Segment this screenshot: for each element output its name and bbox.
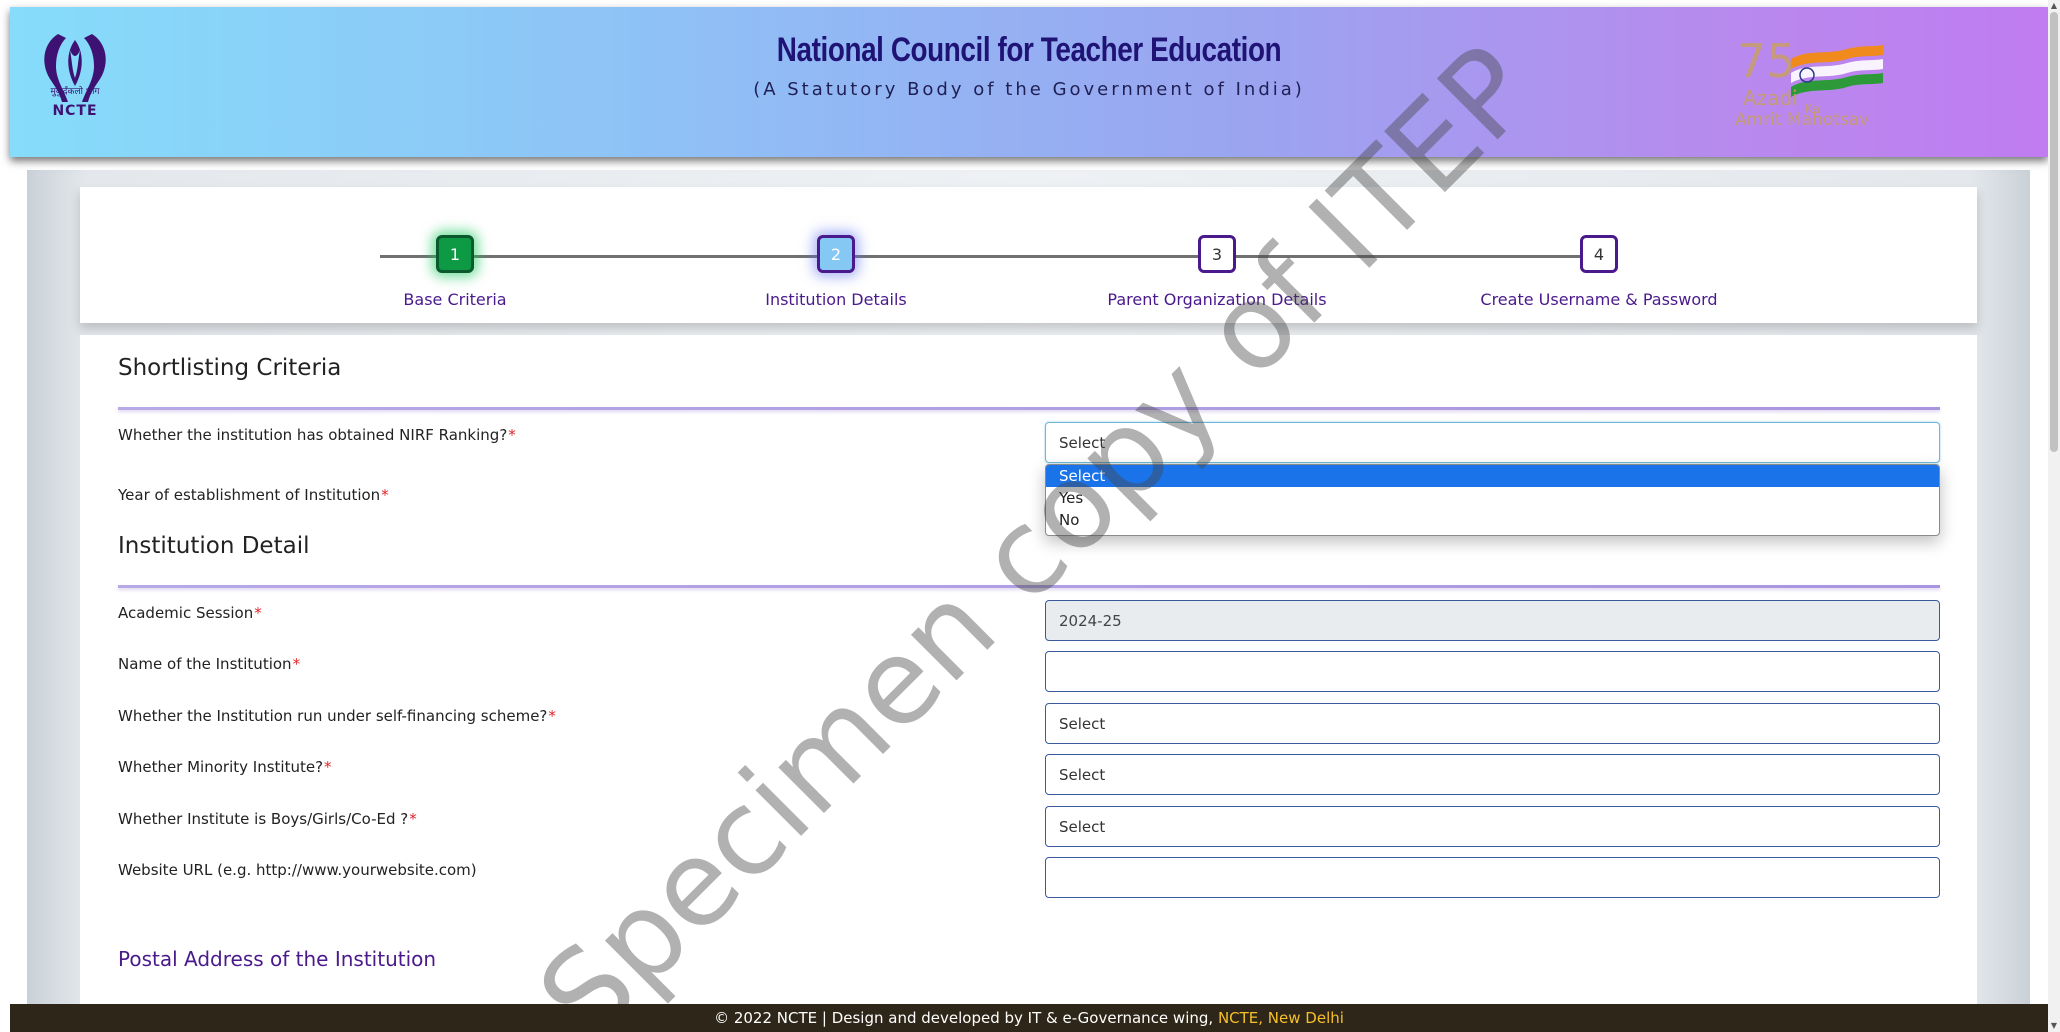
section-divider (118, 407, 1940, 410)
page-scrollbar[interactable]: ▲ ▼ (2048, 0, 2060, 1032)
azadi-ka-amrit-mahotsav-logo: 75 Azadi Ka Amrit Mahotsav (1735, 35, 1883, 130)
institute-gender-select[interactable]: Select (1045, 806, 1940, 847)
site-title: National Council for Teacher Education (776, 31, 1282, 69)
footer-highlight-link[interactable]: NCTE, New Delhi (1218, 1009, 1344, 1027)
shortlisting-criteria-title: Shortlisting Criteria (118, 355, 342, 381)
step-2-label[interactable]: Institution Details (686, 290, 986, 309)
step-2-indicator[interactable]: 2 (817, 235, 855, 273)
step-3-label[interactable]: Parent Organization Details (1067, 290, 1367, 309)
dropdown-option-select[interactable]: Select (1046, 465, 1939, 487)
scrollbar-thumb[interactable] (2050, 12, 2058, 452)
svg-text:75: 75 (1737, 35, 1796, 88)
section-divider (118, 585, 1940, 588)
registration-stepper: 1 Base Criteria 2 Institution Details 3 … (80, 187, 1977, 323)
self-financing-label: Whether the Institution run under self-f… (118, 707, 556, 725)
site-footer: © 2022 NCTE | Design and developed by IT… (10, 1004, 2048, 1032)
nirf-ranking-select[interactable]: Select (1045, 422, 1940, 463)
site-header: मुकुर्दंकलो भाग NCTE National Council fo… (10, 7, 2048, 157)
dropdown-option-no[interactable]: No (1046, 509, 1939, 531)
step-3-indicator[interactable]: 3 (1198, 235, 1236, 273)
minority-institute-label: Whether Minority Institute?* (118, 758, 332, 776)
step-4-indicator[interactable]: 4 (1580, 235, 1618, 273)
website-url-input[interactable] (1045, 857, 1940, 898)
minority-institute-select[interactable]: Select (1045, 754, 1940, 795)
academic-session-input: 2024-25 (1045, 600, 1940, 641)
scroll-up-icon[interactable]: ▲ (2048, 0, 2060, 12)
stepper-connector-line (380, 255, 1602, 258)
postal-address-title: Postal Address of the Institution (118, 947, 437, 971)
nirf-ranking-label: Whether the institution has obtained NIR… (118, 426, 516, 444)
dropdown-option-yes[interactable]: Yes (1046, 487, 1939, 509)
website-url-label: Website URL (e.g. http://www.yourwebsite… (118, 861, 477, 879)
step-4-label[interactable]: Create Username & Password (1449, 290, 1749, 309)
academic-session-label: Academic Session* (118, 604, 262, 622)
page: मुकुर्दंकलो भाग NCTE National Council fo… (0, 0, 2060, 1032)
logo-name: NCTE (52, 103, 98, 119)
institution-name-input[interactable] (1045, 651, 1940, 692)
step-1-label[interactable]: Base Criteria (305, 290, 605, 309)
nirf-ranking-dropdown-list[interactable]: Select Yes No (1045, 464, 1940, 536)
footer-text: © 2022 NCTE | Design and developed by IT… (714, 1009, 1218, 1027)
year-of-establishment-label: Year of establishment of Institution* (118, 486, 389, 504)
institute-gender-label: Whether Institute is Boys/Girls/Co-Ed ?* (118, 810, 417, 828)
institution-detail-title: Institution Detail (118, 533, 310, 559)
step-1-indicator[interactable]: 1 (436, 235, 474, 273)
amrit-mahotsav-text: Amrit Mahotsav (1735, 110, 1869, 130)
self-financing-select[interactable]: Select (1045, 703, 1940, 744)
scroll-down-icon[interactable]: ▼ (2048, 1020, 2060, 1032)
azadi-text: Azadi (1743, 86, 1798, 110)
institution-name-label: Name of the Institution* (118, 655, 301, 673)
institution-form: Shortlisting Criteria Whether the instit… (80, 335, 1977, 1032)
